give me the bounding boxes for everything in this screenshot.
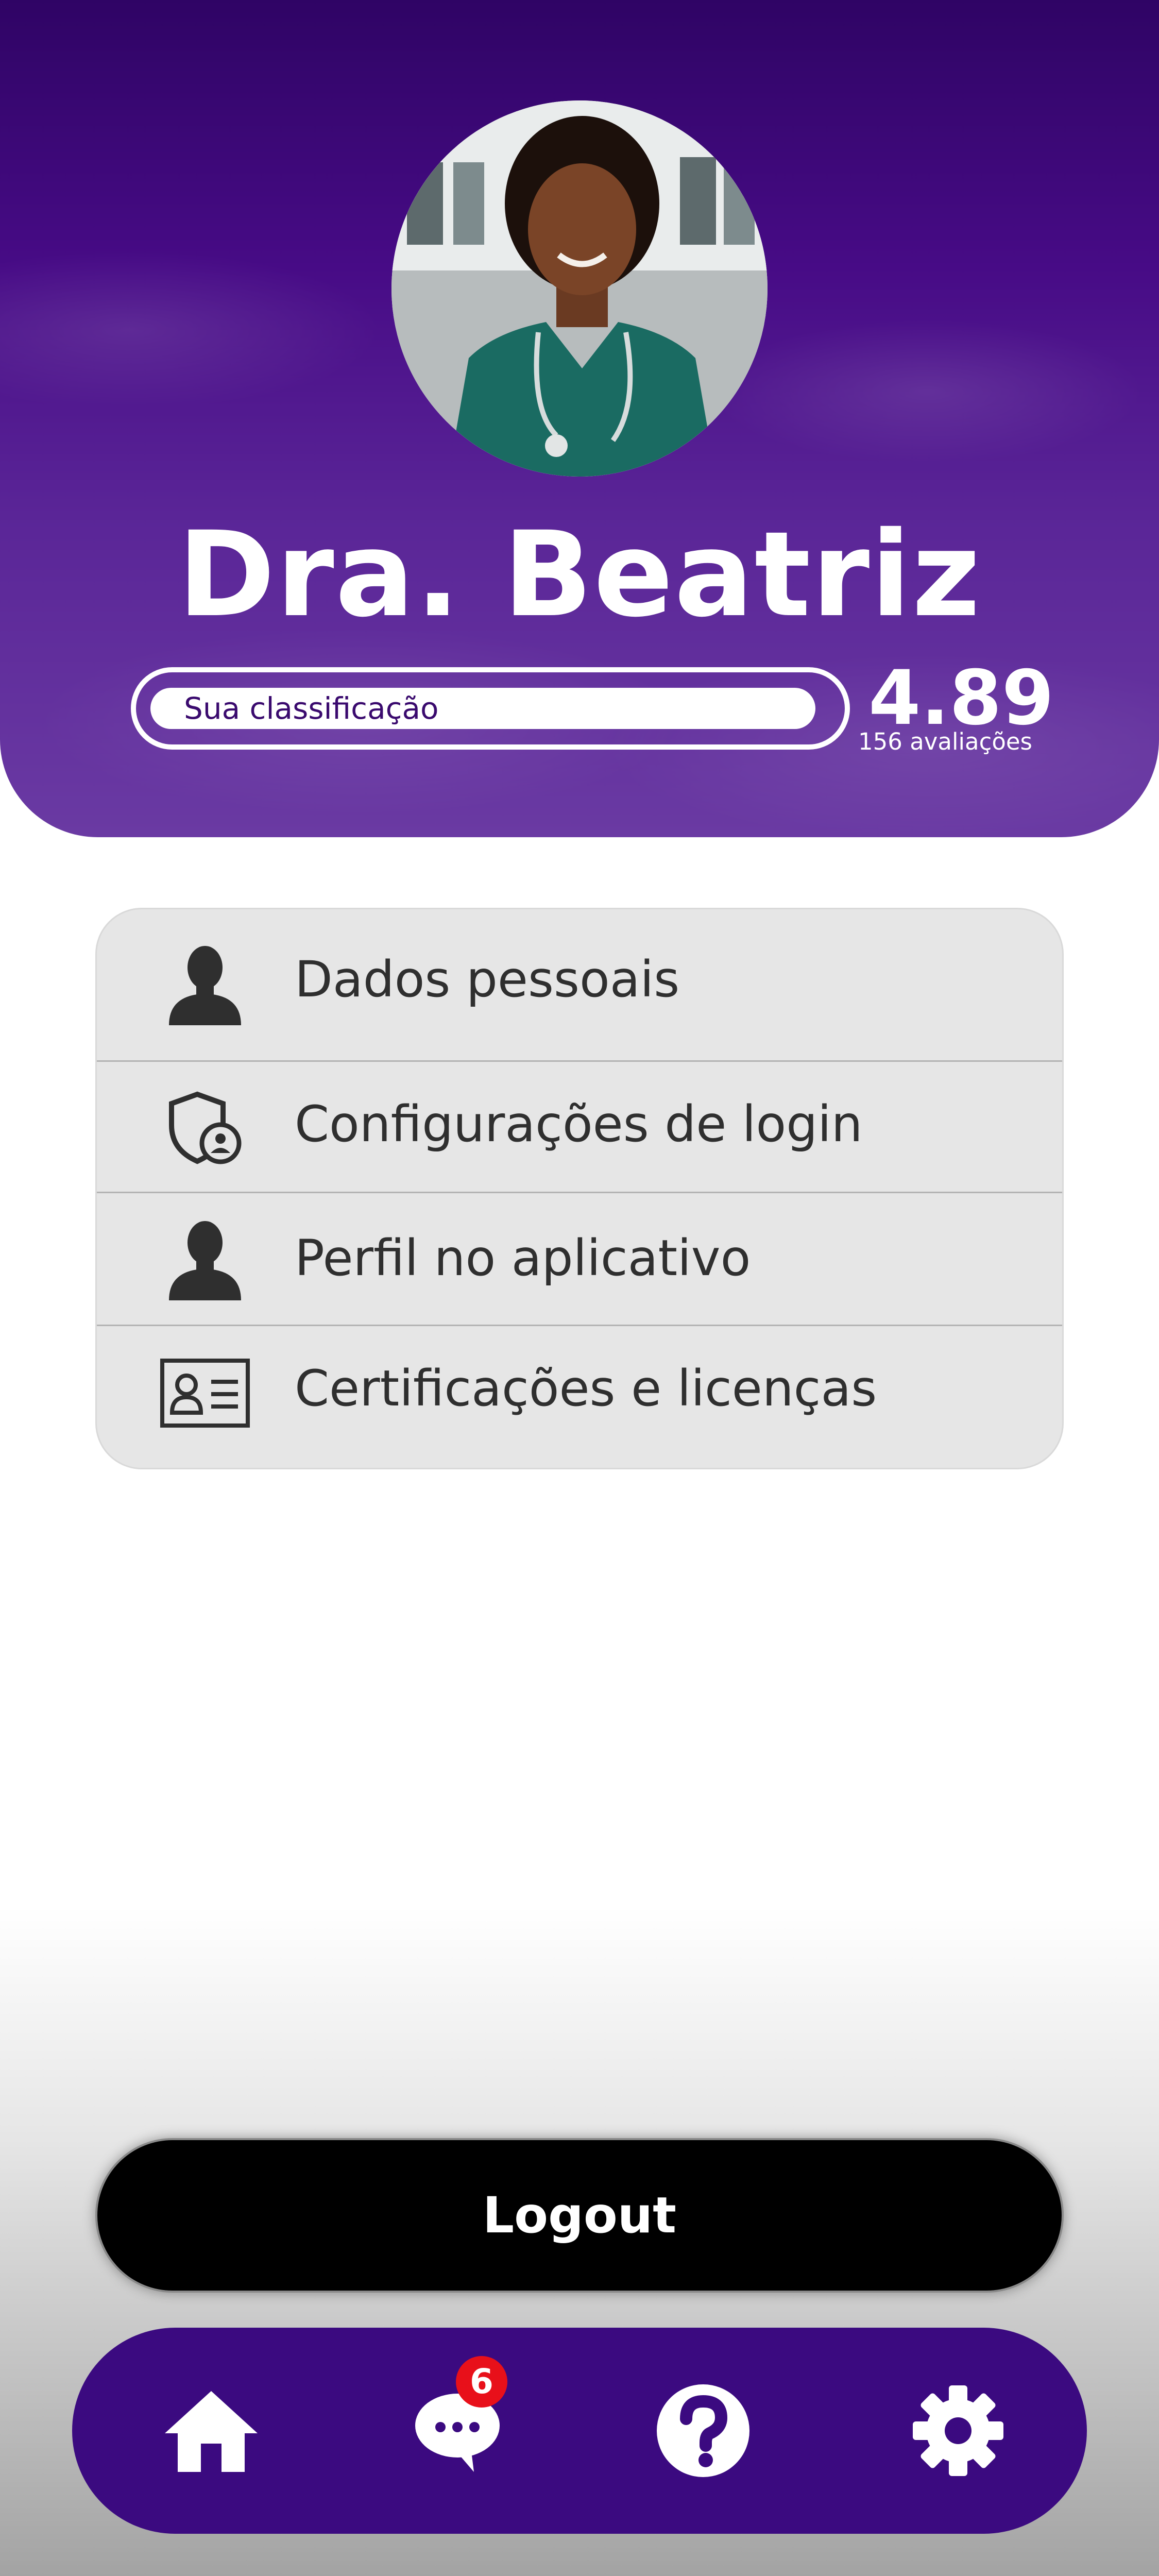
help-icon bbox=[657, 2384, 749, 2477]
rating-bar: Sua classificação bbox=[131, 667, 850, 750]
notification-badge: 6 bbox=[456, 2356, 507, 2408]
menu-item-configuracoes-login[interactable]: Configurações de login bbox=[97, 1060, 1062, 1192]
nav-settings[interactable] bbox=[907, 2379, 1010, 2482]
settings-menu: Dados pessoais Configurações de login Pe… bbox=[95, 908, 1064, 1469]
profile-photo bbox=[391, 100, 768, 477]
logout-button[interactable]: Logout bbox=[95, 2138, 1064, 2293]
person-icon bbox=[159, 1213, 251, 1306]
nav-help[interactable] bbox=[652, 2379, 755, 2482]
menu-item-label: Configurações de login bbox=[295, 1095, 863, 1153]
nav-home[interactable] bbox=[160, 2379, 263, 2482]
profile-name: Dra. Beatriz bbox=[177, 506, 982, 643]
menu-item-label: Dados pessoais bbox=[295, 951, 680, 1008]
person-icon bbox=[159, 938, 251, 1030]
menu-item-dados-pessoais[interactable]: Dados pessoais bbox=[97, 909, 1062, 1060]
home-icon bbox=[165, 2391, 258, 2472]
menu-item-perfil-aplicativo[interactable]: Perfil no aplicativo bbox=[97, 1192, 1062, 1325]
rating-count: 156 avaliações bbox=[858, 728, 1032, 755]
avatar[interactable] bbox=[391, 100, 768, 477]
menu-item-certificacoes-licencas[interactable]: Certificações e licenças bbox=[97, 1325, 1062, 1468]
rating-label: Sua classificação bbox=[184, 691, 439, 726]
rating-bar-fill: Sua classificação bbox=[150, 688, 815, 729]
bottom-navigation: 6 bbox=[72, 2328, 1087, 2534]
menu-item-label: Perfil no aplicativo bbox=[295, 1229, 751, 1287]
shield-user-icon bbox=[159, 1081, 251, 1174]
nav-messages[interactable]: 6 bbox=[407, 2356, 510, 2482]
menu-item-label: Certificações e licenças bbox=[295, 1360, 877, 1417]
profile-header: Dra. Beatriz Sua classificação 4.89 156 … bbox=[0, 0, 1159, 837]
id-card-icon bbox=[159, 1347, 251, 1439]
gear-icon bbox=[913, 2385, 1003, 2476]
